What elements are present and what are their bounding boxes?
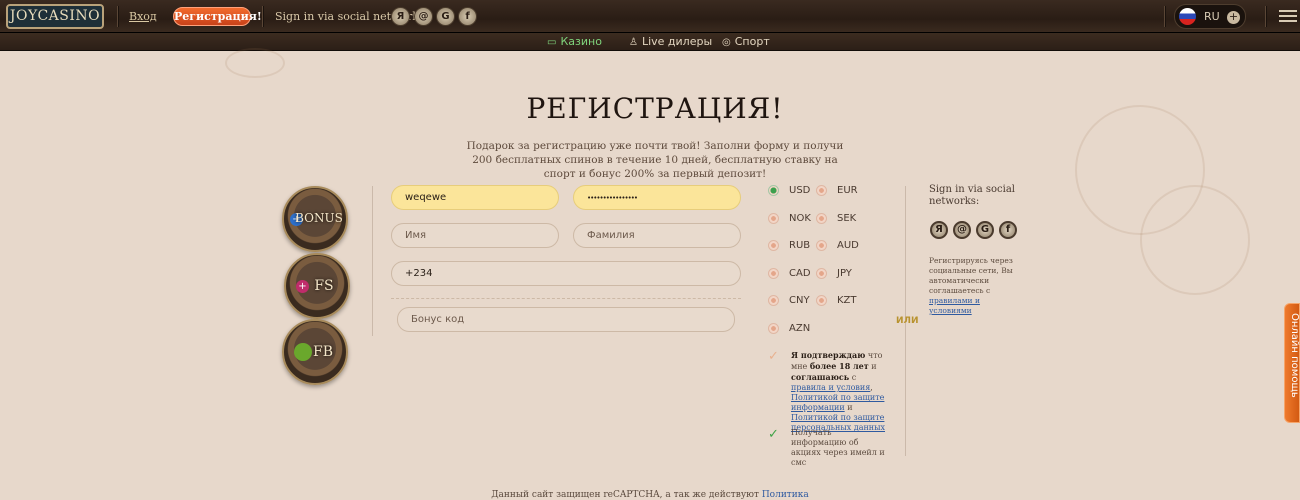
newsletter-text: Получать информацию об акциях через имей… <box>791 428 885 467</box>
agree-bold: более 18 лет <box>809 361 869 371</box>
password-field[interactable]: •••••••••••••••• <box>573 185 741 210</box>
divider <box>117 6 119 27</box>
currency-radio-cad[interactable] <box>768 268 779 279</box>
agree-text-part: , <box>870 383 873 392</box>
currency-label: JPY <box>837 268 852 279</box>
last-name-field[interactable]: Фамилия <box>573 223 741 248</box>
promo-code-placeholder: Бонус код <box>411 314 465 325</box>
currency-radio-eur[interactable] <box>816 185 827 196</box>
newsletter-checkbox[interactable]: ✓ <box>768 428 781 441</box>
currency-radio-nok[interactable] <box>768 213 779 224</box>
currency-label: NOK <box>789 213 811 224</box>
currency-label: EUR <box>837 185 858 196</box>
side-social-title: Sign in via social networks: <box>929 184 1015 207</box>
ball-icon: ◎ <box>722 37 731 48</box>
nav-sport-label: Спорт <box>734 35 770 48</box>
terms-link[interactable]: правила и условия <box>791 383 870 392</box>
last-name-placeholder: Фамилия <box>587 230 635 241</box>
top-bar: JOYCASINO Вход Регистрация! Sign in via … <box>0 0 1300 33</box>
currency-label: CNY <box>789 295 810 306</box>
online-help-label: Онлайн помощь <box>1289 313 1300 398</box>
google-icon[interactable]: G <box>976 221 994 239</box>
mailru-icon[interactable]: @ <box>953 221 971 239</box>
free-spins-badge: + FS <box>284 253 350 319</box>
nav-sport[interactable]: ◎ Спорт <box>722 35 770 48</box>
login-link[interactable]: Вход <box>129 10 157 23</box>
phone-value: +234 <box>405 268 433 279</box>
agree-text-part: с <box>849 373 857 382</box>
recaptcha-text: Данный сайт защищен reCAPTCHA, а так же … <box>491 490 762 500</box>
register-button[interactable]: Регистрация! <box>173 7 262 26</box>
currency-radio-cny[interactable] <box>768 295 779 306</box>
info-policy-link[interactable]: Политикой по защите информации <box>791 393 884 412</box>
divider <box>1265 6 1267 27</box>
badge-label: BONUS <box>295 211 343 225</box>
currency-radio-azn[interactable] <box>768 323 779 334</box>
facebook-icon[interactable]: f <box>458 7 477 26</box>
policy-link[interactable]: Политика <box>762 490 809 500</box>
currency-label: KZT <box>837 295 857 306</box>
yandex-icon[interactable]: Я <box>391 7 410 26</box>
nav-live-label: Live дилеры <box>641 35 713 48</box>
facebook-icon[interactable]: f <box>999 221 1017 239</box>
currency-label: AZN <box>789 323 811 334</box>
agree-text-part: и <box>868 362 877 371</box>
badge-label: FB <box>312 344 333 360</box>
currency-radio-jpy[interactable] <box>816 268 827 279</box>
currency-label: RUB <box>789 240 811 251</box>
page-title: РЕГИСТРАЦИЯ! <box>526 92 784 125</box>
free-bet-badge: FB <box>282 319 348 385</box>
background-ring <box>225 48 285 78</box>
currency-label: USD <box>789 185 811 196</box>
divider <box>1164 6 1166 27</box>
first-name-placeholder: Имя <box>405 230 427 241</box>
badge-label: FS <box>314 278 334 294</box>
nav-casino-label: Казино <box>560 35 602 48</box>
agree-bold: Я подтверждаю <box>791 350 866 360</box>
currency-radio-sek[interactable] <box>816 213 827 224</box>
page-subtitle: Подарок за регистрацию уже почти твой! З… <box>466 140 844 180</box>
currency-label: CAD <box>789 268 811 279</box>
agree-checkbox[interactable]: ✓ <box>768 350 781 363</box>
russia-flag-icon <box>1179 8 1196 25</box>
currency-radio-rub[interactable] <box>768 240 779 251</box>
currency-radio-kzt[interactable] <box>816 295 827 306</box>
divider <box>262 6 264 27</box>
first-name-field[interactable]: Имя <box>391 223 559 248</box>
promo-code-field[interactable]: Бонус код <box>397 307 735 332</box>
sub-nav: ▭ Казино ♙ Live дилеры ◎ Спорт <box>0 33 1300 51</box>
plus-icon[interactable]: + <box>1227 11 1240 24</box>
bonus-badge: + BONUS <box>282 186 348 252</box>
currency-label: AUD <box>837 240 859 251</box>
login-value: weqewe <box>405 192 447 203</box>
or-separator: или <box>896 316 919 326</box>
side-social-note: Регистрируясь через социальные сети, Вы … <box>929 256 1021 316</box>
google-icon[interactable]: G <box>436 7 455 26</box>
terms-link[interactable]: правилами и условиями <box>929 296 980 315</box>
phone-field[interactable]: +234 <box>391 261 741 286</box>
dealer-icon: ♙ <box>629 37 638 48</box>
agree-bold: соглашаюсь <box>791 372 850 382</box>
currency-radio-usd[interactable] <box>768 185 779 196</box>
currency-radio-aud[interactable] <box>816 240 827 251</box>
divider <box>391 298 741 299</box>
agree-text: Я подтверждаю что мне более 18 лет и сог… <box>791 350 886 433</box>
recaptcha-note: Данный сайт защищен reCAPTCHA, а так же … <box>0 490 1300 500</box>
nav-live-dealers[interactable]: ♙ Live дилеры <box>629 35 712 48</box>
agree-text-part: и <box>844 403 853 412</box>
site-logo[interactable]: JOYCASINO <box>6 4 104 29</box>
yandex-icon[interactable]: Я <box>930 221 948 239</box>
language-code: RU <box>1204 10 1220 23</box>
background-ring <box>1140 185 1250 295</box>
nav-casino[interactable]: ▭ Казино <box>547 35 602 48</box>
mailru-icon[interactable]: @ <box>414 7 433 26</box>
currency-label: SEK <box>837 213 857 224</box>
hamburger-menu-icon[interactable] <box>1279 10 1297 22</box>
divider <box>372 186 373 336</box>
side-note-text: Регистрируясь через социальные сети, Вы … <box>929 256 1013 295</box>
language-selector[interactable]: RU + <box>1174 4 1246 29</box>
login-field[interactable]: weqewe <box>391 185 559 210</box>
slot-machine-icon: ▭ <box>547 37 557 48</box>
password-value: •••••••••••••••• <box>587 194 638 202</box>
